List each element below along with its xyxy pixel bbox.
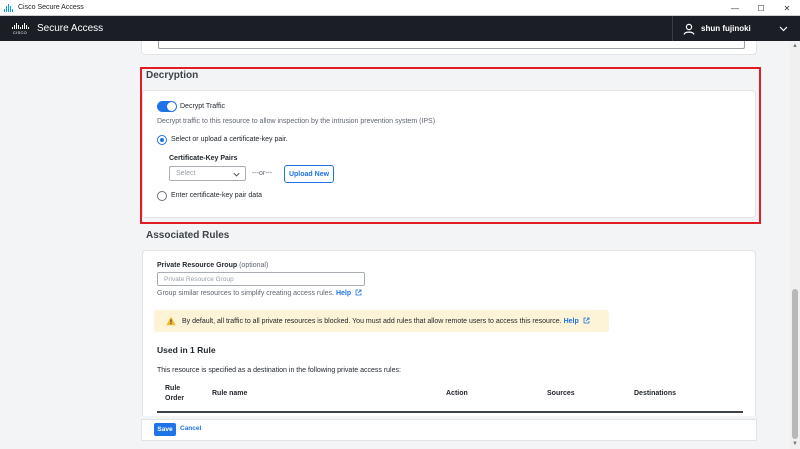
cisco-app-icon — [4, 3, 14, 12]
select-placeholder: Select — [176, 170, 196, 177]
col-sources: Sources — [547, 390, 575, 397]
prg-label: Private Resource Group (optional) — [157, 262, 268, 269]
decrypt-traffic-label: Decrypt Traffic — [180, 103, 225, 110]
select-upload-radio[interactable] — [157, 135, 167, 145]
or-separator: ---or--- — [252, 170, 273, 177]
table-header-divider — [157, 411, 743, 413]
close-button[interactable]: ✕ — [774, 0, 800, 16]
prg-placeholder: Private Resource Group — [164, 276, 234, 283]
external-link-icon[interactable] — [355, 289, 362, 296]
enter-cert-label: Enter certificate-key pair data — [171, 192, 263, 199]
help-link[interactable]: Help — [336, 290, 351, 297]
app-header: CISCO Secure Access shun fujinoki — [0, 16, 800, 41]
cisco-logo-word: CISCO — [12, 29, 28, 35]
used-in-rules-desc: This resource is specified as a destinat… — [157, 367, 401, 374]
previous-input-field[interactable] — [158, 41, 745, 49]
minimize-button[interactable]: — — [722, 0, 748, 16]
footer-action-bar — [141, 419, 757, 441]
decrypt-description: Decrypt traffic to this resource to allo… — [157, 118, 436, 125]
user-menu[interactable]: shun fujinoki — [672, 16, 800, 41]
select-upload-label: Select or upload a certificate-key pair. — [171, 136, 288, 143]
used-in-rules-title: Used in 1 Rule — [157, 345, 216, 355]
private-resource-group-input[interactable]: Private Resource Group — [157, 272, 365, 286]
cancel-button[interactable]: Cancel — [180, 425, 201, 432]
col-rule-order: Rule Order — [165, 384, 184, 404]
scroll-up-arrow[interactable]: ▲ — [792, 43, 798, 49]
app-title: Secure Access — [37, 23, 104, 34]
prg-help-text: Group similar resources to simplify crea… — [157, 289, 362, 297]
chevron-down-icon — [233, 172, 240, 177]
col-rule-name: Rule name — [212, 390, 248, 397]
prg-optional: (optional) — [239, 262, 269, 269]
external-link-icon[interactable] — [583, 317, 590, 324]
save-button[interactable]: Save — [154, 423, 176, 436]
enter-cert-radio[interactable] — [157, 191, 167, 201]
scrollbar-thumb[interactable] — [792, 289, 798, 439]
cert-key-pairs-label: Certificate-Key Pairs — [169, 155, 238, 162]
warning-text: By default, all traffic to all private r… — [182, 317, 590, 325]
user-icon — [683, 23, 695, 35]
chevron-down-icon[interactable] — [779, 24, 788, 33]
col-action: Action — [446, 390, 468, 397]
cert-key-pair-select[interactable]: Select — [169, 166, 246, 181]
upload-new-button[interactable]: Upload New — [284, 165, 334, 183]
associated-rules-title: Associated Rules — [146, 230, 230, 241]
warning-help-link[interactable]: Help — [564, 318, 579, 325]
col-rule-order-line1: Rule — [165, 385, 181, 392]
warning-message: By default, all traffic to all private r… — [182, 318, 562, 325]
decrypt-traffic-toggle[interactable] — [157, 101, 177, 112]
window-titlebar: Cisco Secure Access — ☐ ✕ — [0, 0, 800, 16]
col-rule-order-line2: Order — [165, 395, 185, 402]
highlight-frame — [140, 67, 761, 224]
window-title: Cisco Secure Access — [18, 4, 84, 11]
blocked-traffic-warning: By default, all traffic to all private r… — [154, 310, 609, 332]
user-name: shun fujinoki — [701, 24, 751, 33]
cisco-logo: CISCO — [11, 22, 29, 35]
prg-help-desc: Group similar resources to simplify crea… — [157, 290, 335, 297]
warning-icon — [166, 316, 176, 326]
prg-label-text: Private Resource Group — [157, 262, 238, 269]
col-destinations: Destinations — [634, 390, 677, 397]
maximize-button[interactable]: ☐ — [748, 0, 774, 16]
page-scrollbar[interactable]: ▲ ▼ — [790, 41, 800, 449]
scroll-down-arrow[interactable]: ▼ — [792, 441, 798, 447]
